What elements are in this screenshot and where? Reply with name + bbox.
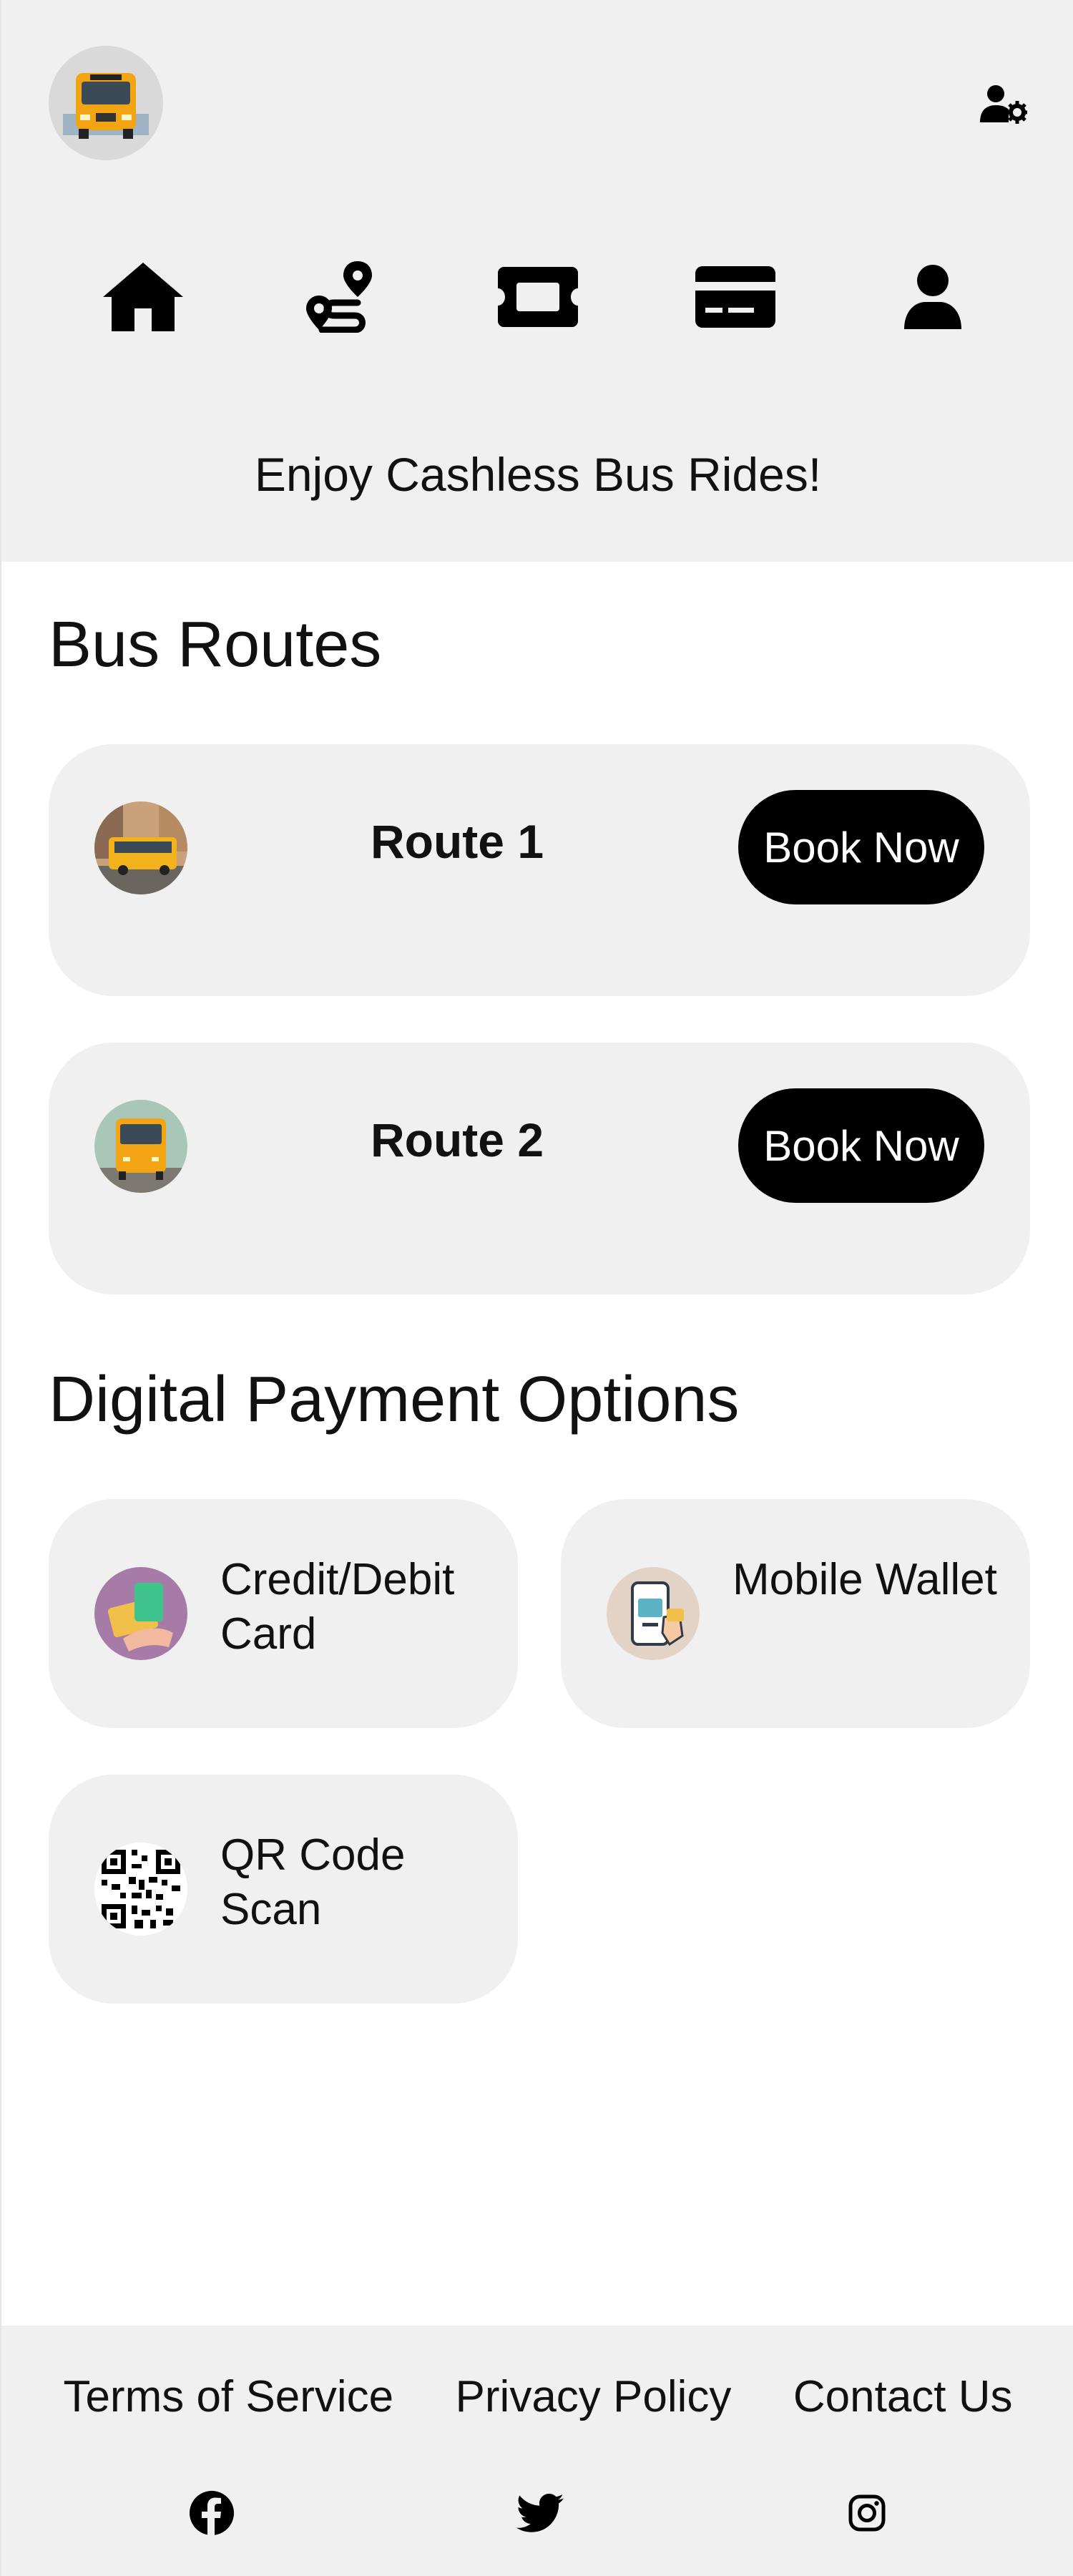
terms-link[interactable]: Terms of Service [63, 2371, 393, 2422]
promo-banner: Enjoy Cashless Bus Rides! [1, 386, 1073, 562]
route-card: Route 2 Book Now [49, 1043, 1030, 1294]
app: Enjoy Cashless Bus Rides! Bus Routes Rou… [0, 0, 1073, 2576]
payment-option-label: Mobile Wallet [733, 1555, 997, 1604]
nav-routes[interactable] [287, 243, 394, 351]
home-icon [103, 263, 183, 331]
qr-code-image [94, 1843, 187, 1936]
phone-wallet-image [607, 1567, 700, 1660]
payment-option-label: QR Code Scan [220, 1830, 406, 1934]
footer-links: Terms of Service Privacy Policy Contact … [1, 2371, 1073, 2422]
nav-profile[interactable] [879, 243, 986, 351]
social-links [1, 2484, 1073, 2542]
facebook-icon[interactable] [183, 2484, 240, 2542]
routes-title: Bus Routes [49, 609, 382, 680]
footer: Terms of Service Privacy Policy Contact … [1, 2326, 1073, 2576]
route-card: Route 1 Book Now [49, 744, 1030, 996]
payments-title: Digital Payment Options [49, 1364, 740, 1435]
user-icon [904, 265, 961, 329]
twitter-icon[interactable] [511, 2484, 569, 2542]
contact-link[interactable]: Contact Us [793, 2371, 1013, 2422]
school-bus-image [94, 1100, 187, 1193]
payment-option-card[interactable]: Mobile Wallet [561, 1499, 1030, 1728]
school-bus-logo[interactable] [49, 46, 163, 160]
nav-home[interactable] [89, 243, 197, 351]
route-name: Route 1 [371, 815, 544, 868]
route-icon [306, 261, 372, 333]
payment-option-card[interactable]: Credit/Debit Card [49, 1499, 518, 1728]
route-name: Route 2 [371, 1113, 544, 1166]
nav-payments[interactable] [682, 243, 789, 351]
instagram-icon[interactable] [838, 2484, 896, 2542]
cards-image [94, 1567, 187, 1660]
credit-card-icon [695, 266, 775, 328]
banner-text: Enjoy Cashless Bus Rides! [254, 447, 822, 501]
user-settings-icon[interactable] [979, 79, 1029, 129]
book-now-button[interactable]: Book Now [738, 1088, 984, 1203]
ticket-icon [498, 267, 578, 327]
payment-option-label: Credit/Debit Card [220, 1555, 455, 1659]
main-nav [1, 208, 1073, 386]
city-bus-image [94, 801, 187, 894]
privacy-link[interactable]: Privacy Policy [456, 2371, 732, 2422]
book-now-button[interactable]: Book Now [738, 790, 984, 904]
header [1, 0, 1073, 208]
nav-tickets[interactable] [484, 243, 592, 351]
payment-option-card[interactable]: QR Code Scan [49, 1775, 518, 2004]
